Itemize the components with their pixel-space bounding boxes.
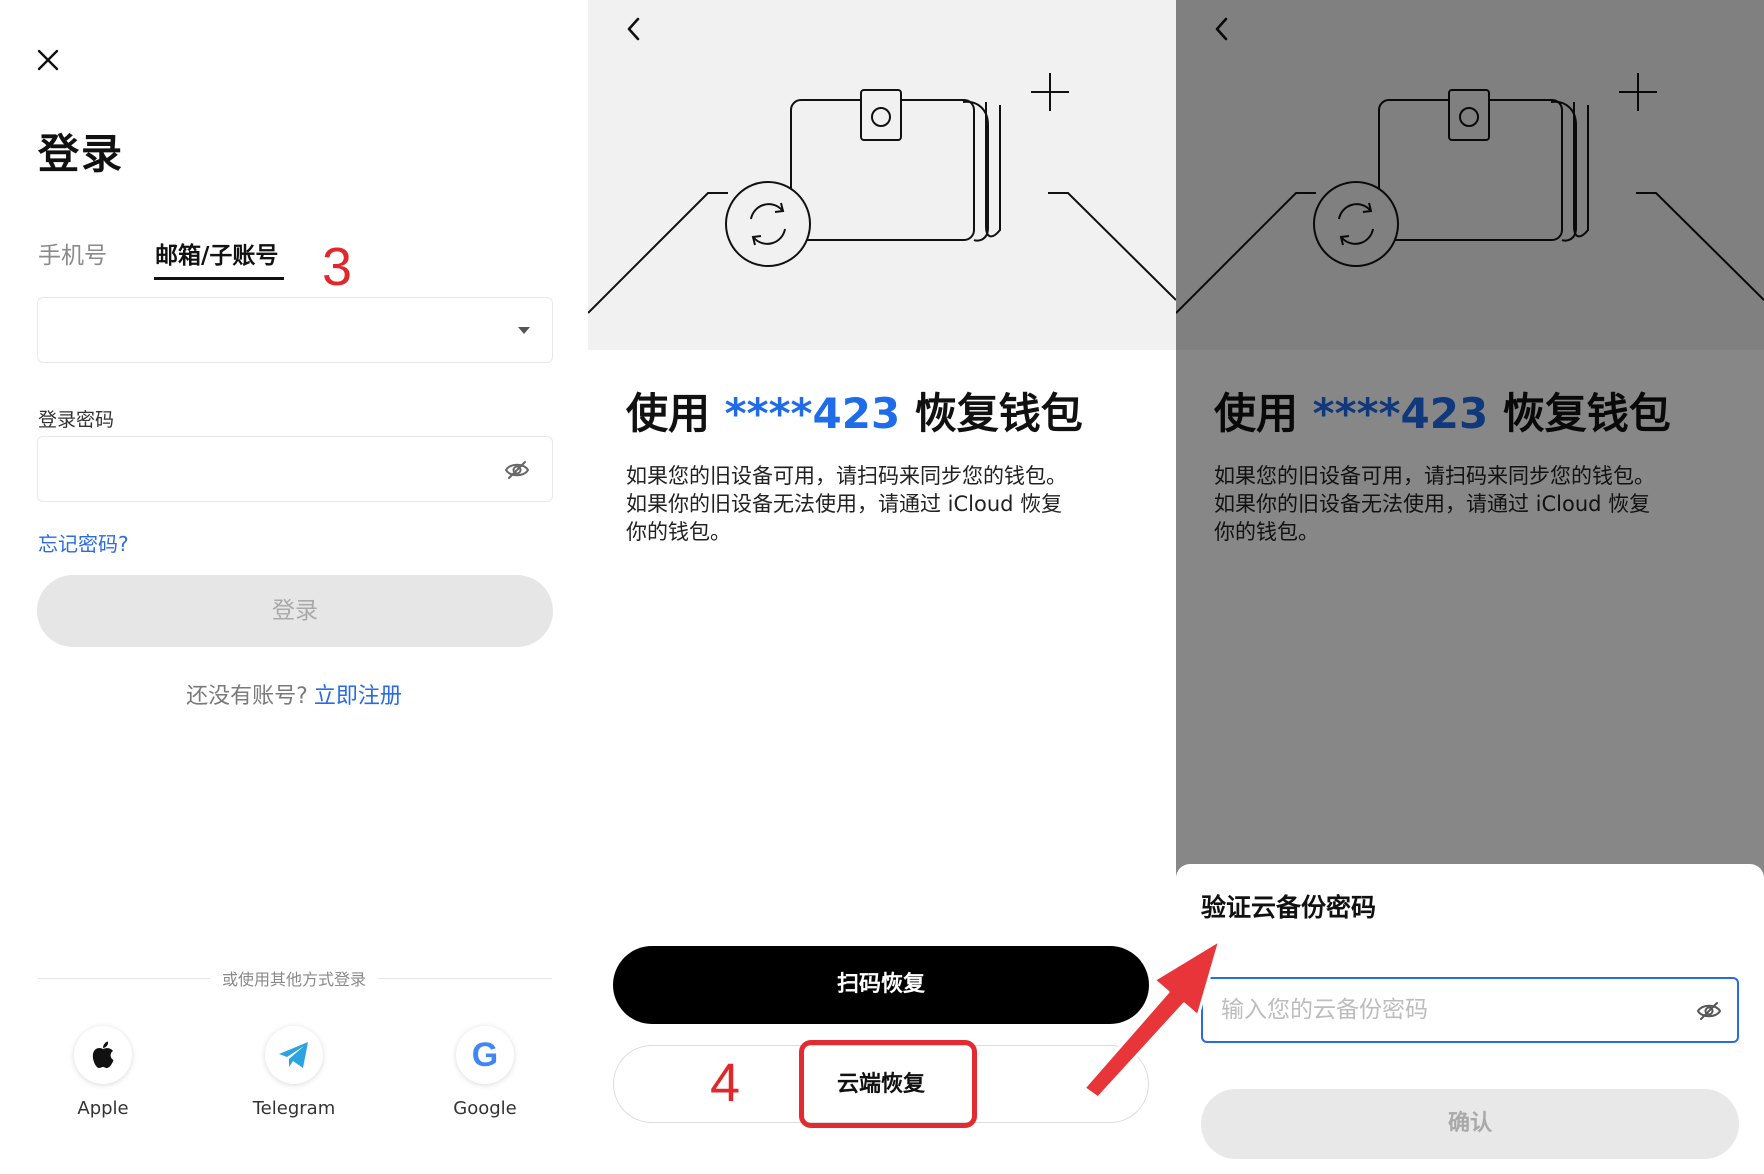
apple-login-button[interactable]: Apple bbox=[43, 1026, 163, 1119]
forgot-password-link[interactable]: 忘记密码? bbox=[38, 528, 129, 557]
restore-title-suffix: 恢复钱包 bbox=[914, 389, 1083, 438]
verify-sheet: 验证云备份密码 确认 bbox=[1176, 864, 1764, 1174]
password-input[interactable] bbox=[37, 436, 553, 502]
desc-line: 如果您的旧设备可用，请扫码来同步您的钱包。 bbox=[626, 464, 1067, 488]
apple-icon bbox=[92, 1041, 114, 1068]
desc-line: 你的钱包。 bbox=[626, 520, 731, 544]
eye-off-icon[interactable] bbox=[504, 459, 530, 481]
tab-phone[interactable]: 手机号 bbox=[38, 236, 107, 270]
active-tab-indicator bbox=[154, 277, 284, 280]
password-label: 登录密码 bbox=[38, 409, 115, 431]
sheet-title: 验证云备份密码 bbox=[1201, 893, 1377, 922]
login-button[interactable]: 登录 bbox=[37, 575, 553, 647]
annotation-step-4: 4 bbox=[710, 1053, 741, 1113]
confirm-button[interactable]: 确认 bbox=[1201, 1089, 1739, 1159]
cloud-restore-label: 云端恢复 bbox=[836, 1072, 925, 1097]
page-title: 登录 bbox=[38, 130, 124, 178]
cloud-restore-button[interactable]: 云端恢复 bbox=[613, 1040, 1149, 1128]
account-input[interactable] bbox=[37, 297, 553, 363]
cloud-backup-password-input[interactable] bbox=[1201, 977, 1739, 1043]
telegram-login-button[interactable]: Telegram bbox=[234, 1026, 354, 1119]
other-methods-label: 或使用其他方式登录 bbox=[0, 966, 588, 990]
dropdown-caret-icon[interactable] bbox=[518, 327, 530, 334]
google-label: Google bbox=[453, 1098, 517, 1119]
close-icon[interactable] bbox=[34, 46, 62, 74]
other-methods-text: 或使用其他方式登录 bbox=[209, 970, 378, 989]
google-icon-circle[interactable]: G bbox=[456, 1026, 514, 1084]
telegram-label: Telegram bbox=[252, 1098, 336, 1119]
wallet-restore-illustration bbox=[587, 73, 1177, 314]
google-login-button[interactable]: G Google bbox=[425, 1026, 545, 1119]
eye-off-icon[interactable] bbox=[1696, 1000, 1722, 1022]
no-account-text: 还没有账号? bbox=[186, 684, 308, 709]
register-line: 还没有账号? 立即注册 bbox=[0, 678, 588, 710]
scan-restore-button[interactable]: 扫码恢复 bbox=[613, 946, 1149, 1024]
telegram-icon bbox=[279, 1042, 308, 1068]
wallet-illustration bbox=[587, 0, 1177, 350]
register-link[interactable]: 立即注册 bbox=[314, 684, 402, 709]
desc-line: 如果你的旧设备无法使用，请通过 iCloud 恢复 bbox=[626, 492, 1063, 516]
back-icon[interactable] bbox=[624, 14, 644, 44]
annotation-step-3: 3 bbox=[322, 237, 353, 297]
restore-title: 使用 ****423 恢复钱包 bbox=[626, 380, 1083, 441]
restore-title-prefix: 使用 bbox=[626, 389, 711, 438]
restore-panel: 使用 ****423 恢复钱包 如果您的旧设备可用，请扫码来同步您的钱包。 如果… bbox=[587, 0, 1177, 1174]
login-panel: 登录 手机号 邮箱/子账号 3 登录密码 忘记密码? 登录 还没有账号? 立即注册… bbox=[0, 0, 588, 1174]
tab-email-subaccount[interactable]: 邮箱/子账号 bbox=[155, 236, 278, 270]
google-icon: G bbox=[471, 1036, 499, 1074]
verify-panel: 使用 ****423 恢复钱包 如果您的旧设备可用，请扫码来同步您的钱包。 如果… bbox=[1176, 0, 1764, 1174]
restore-description: 如果您的旧设备可用，请扫码来同步您的钱包。 如果你的旧设备无法使用，请通过 iC… bbox=[626, 462, 1136, 546]
masked-account: ****423 bbox=[724, 389, 901, 438]
telegram-icon-circle[interactable] bbox=[265, 1026, 323, 1084]
apple-label: Apple bbox=[77, 1098, 129, 1119]
apple-icon-circle[interactable] bbox=[74, 1026, 132, 1084]
